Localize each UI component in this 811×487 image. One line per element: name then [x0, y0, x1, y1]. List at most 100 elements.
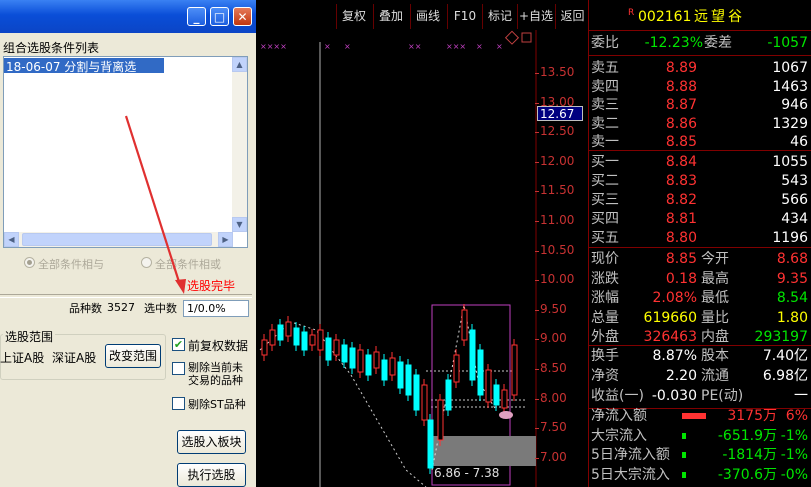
candle-body: [501, 389, 508, 409]
kline-chart-area[interactable]: 复权 叠加 画线 F10 标记 +自选 返回 ×××× × × ×× ××× × × 13…: [256, 0, 588, 487]
fundamental-value-2: 一: [794, 388, 808, 404]
price-tick-mark: [535, 280, 539, 282]
stock-screener-dialog: _ □ ✕ 组合选股条件列表 ▲ ▼ ◀ ▶ 18-06-07 分割与背离选 全…: [0, 0, 256, 487]
price-tick-label: 9.50: [540, 301, 567, 316]
flow-value: -370.6万: [717, 466, 777, 483]
stock-code: 002161: [638, 9, 692, 25]
price-tick-mark: [535, 250, 539, 252]
candle-body: [413, 374, 420, 411]
bid-label: 买五: [591, 230, 619, 246]
candle-body: [341, 344, 348, 363]
bid-row: 买五 8.80 1196: [588, 227, 811, 249]
candle-body: [461, 309, 468, 341]
svg-text:×: ×: [496, 42, 503, 51]
fundamental-label-2: 股本: [701, 348, 729, 364]
candle-body: [485, 369, 492, 403]
svg-text:×: ×: [324, 42, 331, 51]
fundamental-value-2: 6.98亿: [762, 368, 808, 384]
price-tick-mark: [535, 309, 539, 311]
fundamental-label-2: 流通: [701, 368, 729, 384]
price-tick-label: 10.00: [540, 272, 575, 287]
stock-name: 远望谷: [694, 9, 745, 25]
price-tick-mark: [535, 221, 539, 222]
candle-body: [373, 351, 380, 369]
flow-bar: [682, 413, 706, 419]
candle-body: [309, 334, 316, 346]
candle-body: [437, 399, 444, 441]
price-tick-label: 9.00: [540, 331, 567, 346]
flow-pct: -0%: [780, 466, 808, 483]
wei-bi-row: 委比 -12.23% 委差 -1057: [588, 32, 811, 54]
price-tick-mark: [535, 339, 539, 341]
candle-body: [333, 339, 340, 356]
price-tick-label: 7.50: [540, 420, 567, 435]
price-tick-label: 8.00: [540, 390, 567, 405]
candle-body: [261, 339, 268, 356]
flow-bar: [682, 471, 686, 478]
price-tick-mark: [535, 457, 539, 459]
fundamental-row: 净资 2.20 流通 6.98亿: [588, 365, 811, 387]
price-tick-mark: [535, 102, 539, 104]
price-tick-mark: [535, 398, 539, 400]
candle-body: [349, 347, 356, 369]
candle-body: [357, 349, 364, 373]
candle-body: [405, 364, 412, 396]
candle-body: [381, 359, 388, 381]
price-tick-label: 13.50: [540, 65, 575, 79]
price-tick-label: 7.00: [540, 449, 567, 464]
candle-body: [427, 419, 434, 469]
candle-body: [269, 329, 276, 346]
svg-text:×××: ×××: [446, 42, 466, 51]
candle-body: [285, 321, 292, 337]
price-tick-label: 11.00: [540, 213, 575, 227]
fundamental-label-2: PE(动): [701, 388, 744, 404]
flow-label: 5日大宗流入: [591, 466, 670, 483]
wei-cha-label: 委差: [704, 35, 732, 51]
candle-body: [301, 331, 308, 351]
annotation-arrow: [124, 115, 186, 294]
candle-body: [445, 379, 452, 411]
flow-bar: [682, 432, 686, 439]
wei-cha-value: -1057: [767, 35, 808, 51]
candle-body: [277, 324, 284, 341]
candle-body: [365, 354, 372, 376]
flow-row: 5日大宗流入 -370.6万 -0%: [588, 464, 811, 486]
bid-price: 8.80: [665, 230, 697, 246]
candle-body: [493, 384, 500, 406]
fundamental-value: 8.87%: [652, 348, 697, 364]
price-tick-mark: [535, 73, 539, 74]
fundamental-value: -0.030: [651, 388, 697, 404]
svg-text:××××: ××××: [260, 42, 287, 51]
svg-text:×: ×: [344, 42, 351, 51]
candle-body: [389, 357, 396, 376]
candle-body: [469, 329, 476, 381]
fundamental-value-2: 7.40亿: [762, 348, 808, 364]
volume-shade: [432, 436, 536, 466]
candle-body: [453, 354, 460, 383]
wei-bi-value: -12.23%: [644, 35, 703, 51]
price-tick-mark: [535, 428, 539, 430]
candle-body: [317, 329, 324, 351]
wei-bi-label: 委比: [591, 35, 619, 51]
candle-body: [397, 361, 404, 389]
price-axis: 13.50 13.00 12.50 12.00 11.50 11.00 10.50 10.00…: [535, 0, 588, 487]
fundamental-value: 2.20: [665, 368, 697, 384]
price-tick-label: 11.50: [540, 183, 575, 198]
price-tick-mark: [535, 161, 539, 163]
candle-body: [293, 327, 300, 346]
signal-marker: [499, 411, 513, 419]
flow-bar: [682, 452, 686, 458]
candle-body: [511, 344, 518, 396]
fundamental-row: 换手 8.87% 股本 7.40亿: [588, 345, 811, 367]
svg-text:××: ××: [408, 42, 421, 51]
price-tick-label: 12.00: [540, 153, 575, 168]
fundamental-label: 净资: [591, 368, 619, 384]
current-price-tag: 12.67: [537, 106, 583, 121]
candle-body: [421, 384, 428, 421]
fundamental-label: 收益(一): [591, 388, 644, 404]
price-tick-label: 12.50: [540, 124, 575, 139]
svg-text:×: ×: [476, 42, 483, 51]
candle-body: [477, 349, 484, 396]
stock-badge: R: [628, 8, 635, 18]
fundamental-label: 换手: [591, 348, 619, 364]
